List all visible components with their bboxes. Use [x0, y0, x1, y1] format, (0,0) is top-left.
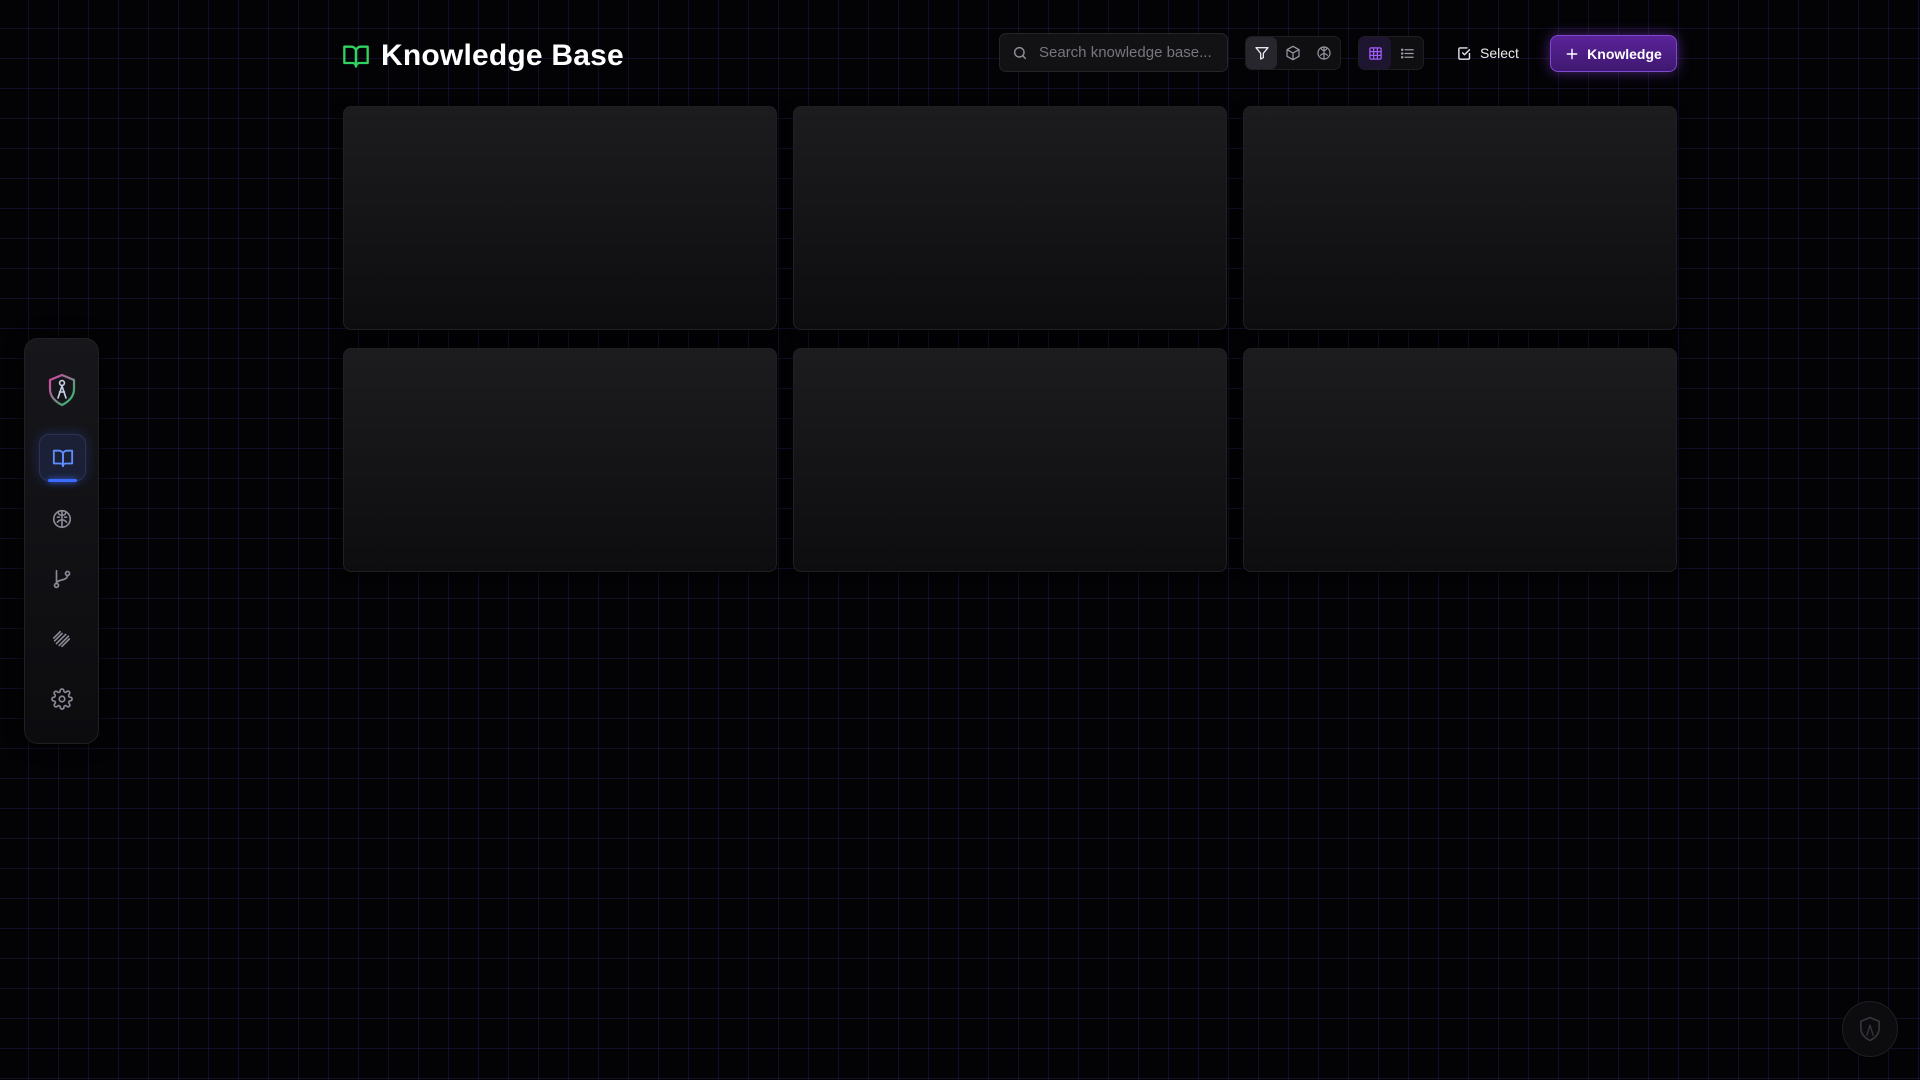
- sidebar-item-branches[interactable]: [39, 556, 84, 601]
- search-input[interactable]: [1037, 43, 1221, 62]
- checkbox-icon: [1457, 46, 1472, 61]
- floating-assistant-button[interactable]: [1842, 1001, 1898, 1057]
- sidebar-item-knowledge-base[interactable]: [39, 434, 86, 482]
- book-open-icon: [342, 42, 370, 70]
- filter-all-button[interactable]: [1246, 37, 1278, 69]
- layers-icon: [51, 628, 73, 650]
- knowledge-card-skeleton: [343, 106, 777, 330]
- search-box[interactable]: [999, 33, 1228, 72]
- plus-icon: [1565, 47, 1579, 61]
- knowledge-card-skeleton: [343, 348, 777, 572]
- sidebar: [24, 338, 99, 744]
- sidebar-logo[interactable]: [39, 367, 84, 412]
- grid-view-button[interactable]: [1359, 37, 1391, 69]
- select-button[interactable]: Select: [1450, 36, 1526, 70]
- shield-logo-icon: [47, 373, 77, 407]
- filter-brain-button[interactable]: [1309, 37, 1340, 69]
- list-icon: [1400, 46, 1415, 61]
- sidebar-item-brain[interactable]: [39, 496, 84, 541]
- view-toggle-group: [1358, 36, 1424, 70]
- search-icon: [1012, 45, 1028, 61]
- gear-icon: [50, 687, 73, 710]
- knowledge-card-skeleton: [1243, 106, 1677, 330]
- cube-icon: [1285, 45, 1301, 61]
- knowledge-card-skeleton: [793, 348, 1227, 572]
- active-indicator: [48, 479, 77, 482]
- filter-model-button[interactable]: [1277, 37, 1308, 69]
- page-header: Knowledge Base: [342, 36, 624, 76]
- add-knowledge-label: Knowledge: [1587, 45, 1662, 62]
- book-open-icon: [52, 447, 74, 469]
- grid-icon: [1368, 46, 1383, 61]
- brain-icon: [1316, 45, 1332, 61]
- git-branch-icon: [51, 568, 73, 590]
- page-title: Knowledge Base: [381, 39, 624, 72]
- select-button-label: Select: [1480, 45, 1519, 61]
- funnel-icon: [1254, 45, 1270, 61]
- shield-icon: [1858, 1016, 1882, 1042]
- add-knowledge-button[interactable]: Knowledge: [1550, 35, 1677, 72]
- filter-toggle-group: [1245, 36, 1341, 70]
- knowledge-card-skeleton: [1243, 348, 1677, 572]
- list-view-button[interactable]: [1391, 37, 1423, 69]
- knowledge-card-skeleton: [793, 106, 1227, 330]
- brain-icon: [51, 508, 73, 530]
- sidebar-item-settings[interactable]: [39, 676, 84, 721]
- sidebar-item-layers[interactable]: [39, 616, 84, 661]
